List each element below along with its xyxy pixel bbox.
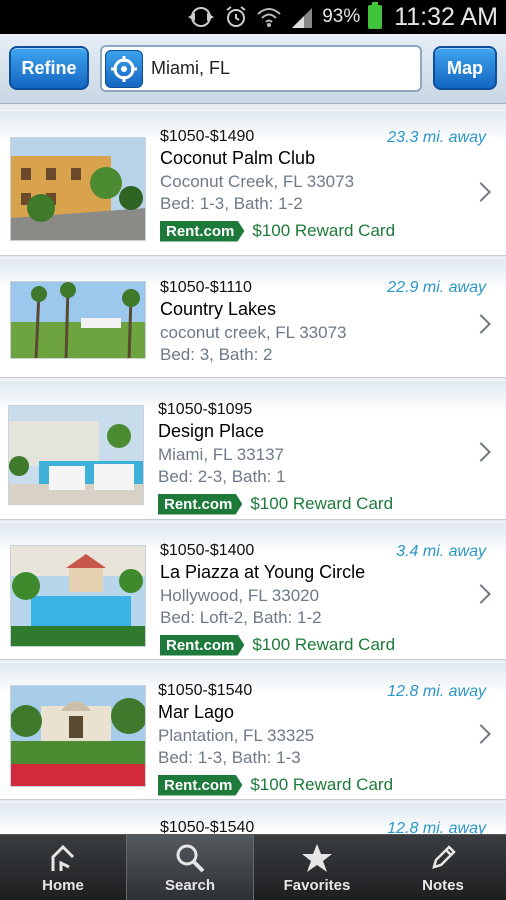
battery-icon: [368, 2, 383, 29]
listing-row[interactable]: $1050-$1540 Mar Lago Plantation, FL 3332…: [0, 662, 506, 800]
listing-address: Plantation, FL 33325: [158, 726, 315, 745]
battery-percent: 93%: [322, 6, 361, 27]
listing-name: Country Lakes: [160, 299, 277, 319]
tab-favorites[interactable]: Favorites: [254, 835, 380, 900]
search-icon: [176, 844, 205, 873]
header-bar: Refine Miami, FL Map: [0, 34, 506, 104]
reward-line: Rent.com $100 Reward Card: [160, 218, 476, 244]
rentcom-badge: Rent.com: [160, 634, 245, 656]
listing-info: $1050-$1095 Design Place Miami, FL 33137…: [158, 401, 476, 517]
listing-beds-baths: Bed: 2-3, Bath: 1: [158, 467, 286, 486]
listing-distance: 12.8 mi. away: [387, 820, 486, 834]
listing-beds-baths: Bed: Loft-2, Bath: 1-2: [160, 608, 322, 627]
listing-row[interactable]: $1050-$1110 Country Lakes coconut creek,…: [0, 258, 506, 378]
listing-photo: [10, 137, 146, 241]
listing-row[interactable]: $1050-$1490 Coconut Palm Club Coconut Cr…: [0, 110, 506, 256]
star-icon: [302, 844, 332, 872]
listing-row[interactable]: $1050-$1540 12.8 mi. away: [0, 802, 506, 834]
reward-text: $100 Reward Card: [252, 635, 396, 654]
listing-name: Coconut Palm Club: [160, 148, 316, 168]
listing-address: Hollywood, FL 33020: [160, 586, 320, 605]
reward-text: $100 Reward Card: [252, 221, 396, 240]
rentcom-badge: Rent.com: [160, 220, 245, 242]
tab-home[interactable]: Home: [0, 835, 126, 900]
rentcom-badge: Rent.com: [158, 493, 243, 515]
alarm-icon: [226, 6, 246, 27]
listing-photo: [10, 281, 146, 359]
refine-button[interactable]: Refine: [9, 46, 89, 90]
home-icon: [51, 844, 75, 871]
listing-row[interactable]: $1050-$1095 Design Place Miami, FL 33137…: [0, 380, 506, 520]
signal-icon: [292, 8, 313, 28]
tab-label: Notes: [422, 877, 464, 894]
listing-row[interactable]: $1050-$1400 La Piazza at Young Circle Ho…: [0, 522, 506, 660]
listing-list: $1050-$1490 Coconut Palm Club Coconut Cr…: [0, 104, 506, 834]
rentcom-badge: Rent.com: [158, 774, 243, 796]
clock: 11:32 AM: [394, 2, 498, 31]
tab-label: Search: [164, 877, 216, 894]
listing-name: La Piazza at Young Circle: [160, 562, 366, 582]
listing-photo: [10, 685, 146, 787]
listing-price: $1050-$1095: [158, 401, 253, 418]
pencil-icon: [432, 845, 456, 869]
map-button[interactable]: Map: [433, 46, 497, 90]
reward-line: Rent.com $100 Reward Card: [158, 491, 476, 517]
listing-address: coconut creek, FL 33073: [160, 323, 347, 342]
status-icons: 93% 11:32 AM: [186, 0, 498, 34]
listing-beds-baths: Bed: 3, Bath: 2: [160, 345, 273, 364]
listing-distance: 12.8 mi. away: [387, 683, 486, 700]
location-search-field[interactable]: Miami, FL: [100, 45, 422, 92]
tab-search[interactable]: Search: [126, 835, 254, 900]
sync-icon: [188, 7, 215, 27]
listing-distance: 3.4 mi. away: [396, 543, 486, 560]
listing-name: Mar Lago: [158, 702, 235, 722]
reward-text: $100 Reward Card: [250, 494, 394, 513]
bottom-tab-bar: Home Search Favorites Notes: [0, 834, 506, 900]
tab-notes[interactable]: Notes: [380, 835, 506, 900]
listing-photo: [10, 545, 146, 647]
reward-line: Rent.com $100 Reward Card: [160, 632, 476, 658]
current-location-icon[interactable]: [105, 49, 143, 88]
status-bar: 93% 11:32 AM: [0, 0, 506, 34]
listing-address: Miami, FL 33137: [158, 445, 284, 464]
wifi-icon: [257, 8, 281, 27]
listing-photo: [8, 405, 144, 505]
listing-address: Coconut Creek, FL 33073: [160, 172, 355, 191]
listing-beds-baths: Bed: 1-3, Bath: 1-2: [160, 194, 303, 213]
tab-label: Home: [42, 877, 84, 894]
listing-distance: 23.3 mi. away: [387, 129, 486, 146]
reward-text: $100 Reward Card: [250, 775, 394, 794]
reward-line: Rent.com $100 Reward Card: [158, 772, 476, 798]
listing-distance: 22.9 mi. away: [387, 279, 486, 296]
search-input[interactable]: Miami, FL: [151, 58, 230, 79]
listing-name: Design Place: [158, 421, 265, 441]
listing-beds-baths: Bed: 1-3, Bath: 1-3: [158, 748, 301, 767]
tab-label: Favorites: [283, 877, 351, 894]
